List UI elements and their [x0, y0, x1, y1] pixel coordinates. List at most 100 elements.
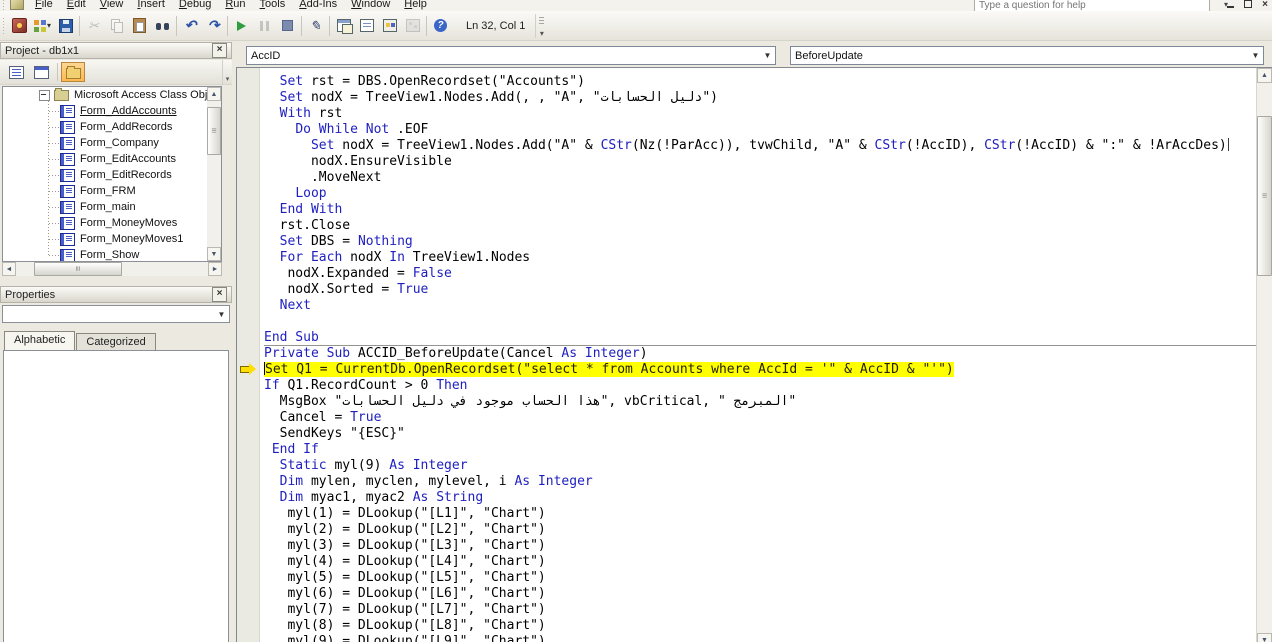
tab-categorized[interactable]: Categorized [76, 333, 156, 350]
chevron-down-icon[interactable]: ▼ [1248, 51, 1263, 60]
menu-help[interactable]: Help [397, 0, 434, 11]
tree-item-form_company[interactable]: Form_Company [3, 135, 207, 151]
tree-item-form_editrecords[interactable]: Form_EditRecords [3, 167, 207, 183]
menu-debug[interactable]: Debug [172, 0, 218, 11]
cut-button [82, 15, 105, 37]
tree-item-form_frm[interactable]: Form_FRM [3, 183, 207, 199]
toolbar-grip[interactable] [1, 15, 6, 36]
tree-item-form_main[interactable]: Form_main [3, 199, 207, 215]
properties-window-button[interactable] [355, 15, 378, 37]
code-line: myl(5) = DLookup("[L5]", "Chart") [264, 570, 546, 585]
menu-edit[interactable]: Edit [60, 0, 93, 11]
object-dropdown[interactable]: AccID ▼ [246, 46, 776, 65]
question-help-input[interactable] [974, 0, 1210, 11]
tree-item-form_moneymoves1[interactable]: Form_MoneyMoves1 [3, 231, 207, 247]
form-icon [60, 104, 75, 118]
menu-file[interactable]: File [28, 0, 60, 11]
break-icon [260, 20, 269, 31]
scroll-left-icon[interactable]: ◄ [2, 262, 16, 276]
scroll-up-icon[interactable]: ▲ [1257, 68, 1272, 83]
form-icon [60, 136, 75, 150]
help-icon [434, 19, 447, 32]
menu-insert[interactable]: Insert [130, 0, 172, 11]
code-vertical-scrollbar[interactable]: ▲ ▼ [1256, 68, 1272, 642]
undo-button[interactable] [179, 15, 202, 37]
close-button[interactable]: × [1260, 0, 1270, 10]
code-line: End If [271, 442, 319, 457]
cursor-position-indicator: Ln 32, Col 1 [466, 19, 526, 32]
menubar-grip[interactable] [2, 0, 6, 10]
menu-view[interactable]: View [93, 0, 131, 11]
code-line: myl(1) = DLookup("[L1]", "Chart") [264, 506, 546, 521]
execution-arrow-icon [240, 363, 256, 375]
procedure-dropdown[interactable]: BeforeUpdate ▼ [790, 46, 1264, 65]
question-help-box[interactable] [974, 0, 1210, 11]
collapse-expander-icon[interactable] [39, 89, 50, 101]
save-button[interactable] [54, 15, 77, 37]
form-icon [60, 184, 75, 198]
project-panel-titlebar[interactable]: Project - db1x1 × [0, 42, 232, 59]
code-margin[interactable] [237, 68, 260, 642]
tab-alphabetic[interactable]: Alphabetic [4, 331, 76, 350]
chevron-down-icon[interactable]: ▾ [47, 21, 51, 30]
chevron-down-icon[interactable]: ▼ [214, 310, 229, 319]
scrollbar-thumb[interactable] [34, 262, 122, 276]
tree-item-form_editaccounts[interactable]: Form_EditAccounts [3, 151, 207, 167]
redo-icon [208, 17, 220, 34]
form-icon [60, 168, 75, 182]
scroll-right-icon[interactable]: ► [208, 262, 222, 276]
view-code-icon [8, 65, 24, 79]
view-access-button[interactable] [8, 15, 31, 37]
tree-vertical-scrollbar[interactable]: ▲ ▼ [207, 87, 221, 261]
design-mode-button[interactable] [304, 15, 327, 37]
menu-run[interactable]: Run [218, 0, 252, 11]
code-line: MsgBox "هذا الحساب موجود في دليل الحسابا… [264, 394, 797, 409]
view-code-button[interactable] [4, 62, 28, 82]
scrollbar-thumb[interactable] [1257, 116, 1272, 276]
run-icon [237, 20, 246, 31]
menu-tools[interactable]: Tools [253, 0, 293, 11]
run-button[interactable] [230, 15, 253, 37]
project-explorer-button[interactable] [332, 15, 355, 37]
scroll-up-icon[interactable]: ▲ [207, 87, 221, 101]
code-editor[interactable]: Set rst = DBS.OpenRecordset("Accounts") … [236, 67, 1272, 642]
redo-button[interactable] [202, 15, 225, 37]
scrollbar-thumb[interactable] [207, 107, 221, 155]
chevron-down-icon[interactable]: ▼ [760, 51, 775, 60]
minimize-button[interactable] [1226, 0, 1236, 9]
code-line: Do While Not .EOF [295, 122, 429, 137]
properties-close-icon[interactable]: × [212, 287, 227, 302]
tree-item-form_addrecords[interactable]: Form_AddRecords [3, 119, 207, 135]
tree-item-form_moneymoves[interactable]: Form_MoneyMoves [3, 215, 207, 231]
properties-object-combobox[interactable]: ▼ [2, 305, 230, 323]
scroll-down-icon[interactable]: ▼ [207, 247, 221, 261]
object-browser-button[interactable] [378, 15, 401, 37]
tree-root-node[interactable]: Microsoft Access Class Objects [3, 87, 207, 103]
paste-button[interactable] [128, 15, 151, 37]
insert-object-button[interactable]: ▾ [31, 15, 54, 37]
properties-panel-titlebar[interactable]: Properties × [0, 286, 232, 303]
tree-item-form_addaccounts[interactable]: Form_AddAccounts [3, 103, 207, 119]
form-icon [60, 152, 75, 166]
help-button[interactable] [429, 15, 452, 37]
menu-addins[interactable]: Add-Ins [292, 0, 344, 11]
tree-horizontal-scrollbar[interactable]: ◄ ► [2, 262, 222, 276]
menu-window[interactable]: Window [344, 0, 397, 11]
properties-list[interactable] [3, 350, 229, 642]
project-close-icon[interactable]: × [212, 43, 227, 58]
reset-button[interactable] [276, 15, 299, 37]
tree-item-form_show[interactable]: Form_Show [3, 247, 207, 261]
code-content[interactable]: Set rst = DBS.OpenRecordset("Accounts") … [260, 68, 1256, 642]
menu-bar-items: File Edit View Insert Debug Run Tools Add-Ins Wi… [28, 0, 434, 11]
restore-button[interactable] [1243, 0, 1253, 9]
find-button[interactable] [151, 15, 174, 37]
toggle-folders-button[interactable] [61, 62, 85, 82]
code-line: Set nodX = TreeView1.Nodes.Add(, , "A", … [279, 90, 718, 105]
tree-item-label: Form_FRM [80, 185, 136, 197]
view-object-button[interactable] [29, 62, 53, 82]
project-panel-title: Project - db1x1 [5, 44, 79, 57]
project-toolbar-overflow-button[interactable]: ▾ [222, 59, 232, 85]
scroll-down-icon[interactable]: ▼ [1257, 633, 1272, 642]
toolbar-overflow-button[interactable]: ▾ [535, 13, 547, 38]
